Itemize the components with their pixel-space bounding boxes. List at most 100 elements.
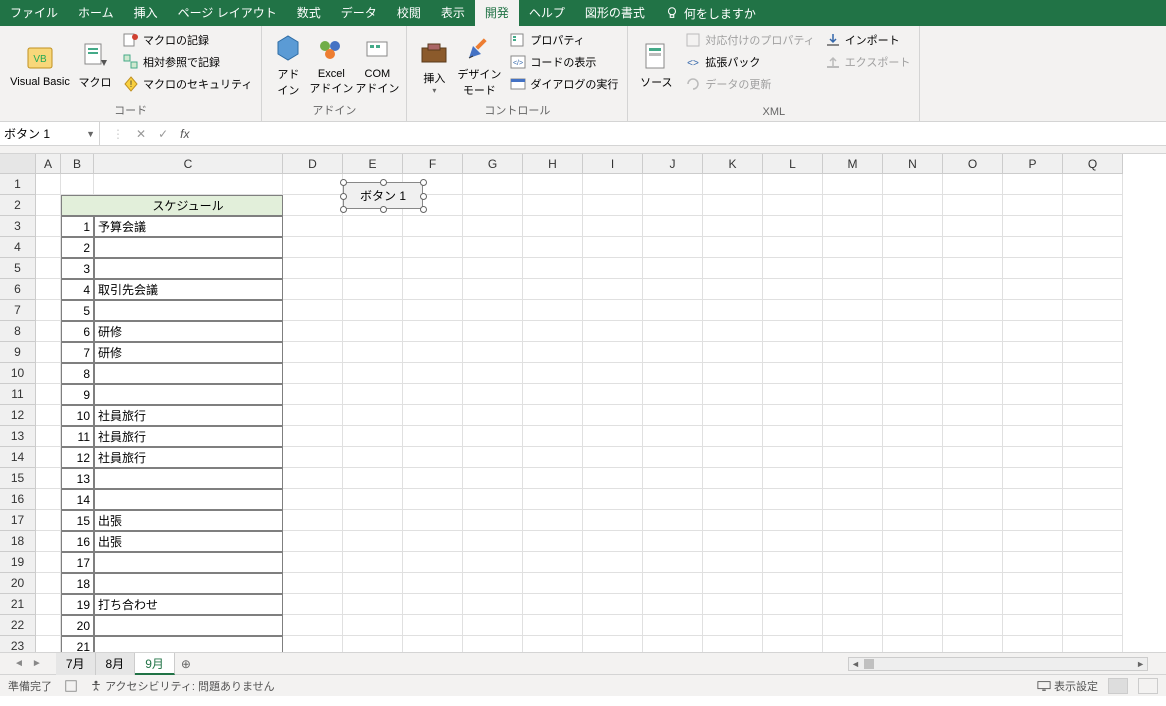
cell-N9[interactable] xyxy=(883,342,943,363)
cell-F21[interactable] xyxy=(403,594,463,615)
row-header-4[interactable]: 4 xyxy=(0,237,36,258)
cell-N21[interactable] xyxy=(883,594,943,615)
row-header-17[interactable]: 17 xyxy=(0,510,36,531)
cell-L7[interactable] xyxy=(763,300,823,321)
row-header-5[interactable]: 5 xyxy=(0,258,36,279)
cell-O9[interactable] xyxy=(943,342,1003,363)
cell-N1[interactable] xyxy=(883,174,943,195)
cell-J2[interactable] xyxy=(643,195,703,216)
cell-Q3[interactable] xyxy=(1063,216,1123,237)
cell-F16[interactable] xyxy=(403,489,463,510)
cell-H6[interactable] xyxy=(523,279,583,300)
cell-G17[interactable] xyxy=(463,510,523,531)
cell-C17[interactable]: 出張 xyxy=(94,510,283,531)
cell-J10[interactable] xyxy=(643,363,703,384)
cell-A20[interactable] xyxy=(36,573,61,594)
cell-P14[interactable] xyxy=(1003,447,1063,468)
cell-F20[interactable] xyxy=(403,573,463,594)
com-addins-button[interactable]: COM アドイン xyxy=(354,29,400,101)
cell-P12[interactable] xyxy=(1003,405,1063,426)
cell-G2[interactable] xyxy=(463,195,523,216)
cell-G7[interactable] xyxy=(463,300,523,321)
cell-B5[interactable]: 3 xyxy=(61,258,94,279)
cell-D13[interactable] xyxy=(283,426,343,447)
cell-L20[interactable] xyxy=(763,573,823,594)
cell-G11[interactable] xyxy=(463,384,523,405)
cell-G5[interactable] xyxy=(463,258,523,279)
cell-Q9[interactable] xyxy=(1063,342,1123,363)
cell-H12[interactable] xyxy=(523,405,583,426)
cell-K7[interactable] xyxy=(703,300,763,321)
cell-E17[interactable] xyxy=(343,510,403,531)
cell-C11[interactable] xyxy=(94,384,283,405)
selection-handle[interactable] xyxy=(420,206,427,213)
cell-Q14[interactable] xyxy=(1063,447,1123,468)
cell-E18[interactable] xyxy=(343,531,403,552)
cell-L9[interactable] xyxy=(763,342,823,363)
name-box[interactable]: ボタン 1 ▼ xyxy=(0,122,100,145)
cell-G9[interactable] xyxy=(463,342,523,363)
cell-B13[interactable]: 11 xyxy=(61,426,94,447)
selection-handle[interactable] xyxy=(340,206,347,213)
cell-F14[interactable] xyxy=(403,447,463,468)
cell-C2[interactable]: スケジュール xyxy=(94,195,283,216)
cell-O16[interactable] xyxy=(943,489,1003,510)
cell-E23[interactable] xyxy=(343,636,403,652)
cell-E15[interactable] xyxy=(343,468,403,489)
cell-D12[interactable] xyxy=(283,405,343,426)
cell-P6[interactable] xyxy=(1003,279,1063,300)
cell-H17[interactable] xyxy=(523,510,583,531)
cell-K6[interactable] xyxy=(703,279,763,300)
row-header-22[interactable]: 22 xyxy=(0,615,36,636)
cell-M8[interactable] xyxy=(823,321,883,342)
cell-F22[interactable] xyxy=(403,615,463,636)
col-header-L[interactable]: L xyxy=(763,154,823,174)
fx-button[interactable]: fx xyxy=(180,127,189,141)
cell-E10[interactable] xyxy=(343,363,403,384)
cell-C15[interactable] xyxy=(94,468,283,489)
cell-B10[interactable]: 8 xyxy=(61,363,94,384)
cell-I11[interactable] xyxy=(583,384,643,405)
row-header-12[interactable]: 12 xyxy=(0,405,36,426)
cell-N8[interactable] xyxy=(883,321,943,342)
export-button[interactable]: エクスポート xyxy=(822,51,914,73)
cell-M12[interactable] xyxy=(823,405,883,426)
cell-N22[interactable] xyxy=(883,615,943,636)
scroll-right-icon[interactable]: ► xyxy=(1134,659,1147,669)
cell-A23[interactable] xyxy=(36,636,61,652)
cell-F13[interactable] xyxy=(403,426,463,447)
cell-A17[interactable] xyxy=(36,510,61,531)
cell-O18[interactable] xyxy=(943,531,1003,552)
cell-N19[interactable] xyxy=(883,552,943,573)
cell-K10[interactable] xyxy=(703,363,763,384)
cell-P18[interactable] xyxy=(1003,531,1063,552)
insert-control-button[interactable]: 挿入 ▾ xyxy=(413,29,455,101)
addins-button[interactable]: アド イン xyxy=(268,29,308,101)
expansion-pack-button[interactable]: <> 拡張パック xyxy=(682,51,817,73)
cell-K1[interactable] xyxy=(703,174,763,195)
cell-M7[interactable] xyxy=(823,300,883,321)
chevron-down-icon[interactable]: ▼ xyxy=(86,129,95,139)
cell-D21[interactable] xyxy=(283,594,343,615)
cell-O7[interactable] xyxy=(943,300,1003,321)
cell-H22[interactable] xyxy=(523,615,583,636)
cancel-formula-button[interactable]: ✕ xyxy=(136,127,146,141)
cell-Q12[interactable] xyxy=(1063,405,1123,426)
cell-H3[interactable] xyxy=(523,216,583,237)
cell-I22[interactable] xyxy=(583,615,643,636)
cell-L5[interactable] xyxy=(763,258,823,279)
cell-N14[interactable] xyxy=(883,447,943,468)
cell-B4[interactable]: 2 xyxy=(61,237,94,258)
cell-A1[interactable] xyxy=(36,174,61,195)
cell-D16[interactable] xyxy=(283,489,343,510)
cell-O6[interactable] xyxy=(943,279,1003,300)
cell-G1[interactable] xyxy=(463,174,523,195)
cell-L1[interactable] xyxy=(763,174,823,195)
cell-G8[interactable] xyxy=(463,321,523,342)
cell-P19[interactable] xyxy=(1003,552,1063,573)
cell-F9[interactable] xyxy=(403,342,463,363)
cell-P9[interactable] xyxy=(1003,342,1063,363)
menu-tab-3[interactable]: ページ レイアウト xyxy=(168,0,287,26)
cell-E8[interactable] xyxy=(343,321,403,342)
cell-P20[interactable] xyxy=(1003,573,1063,594)
